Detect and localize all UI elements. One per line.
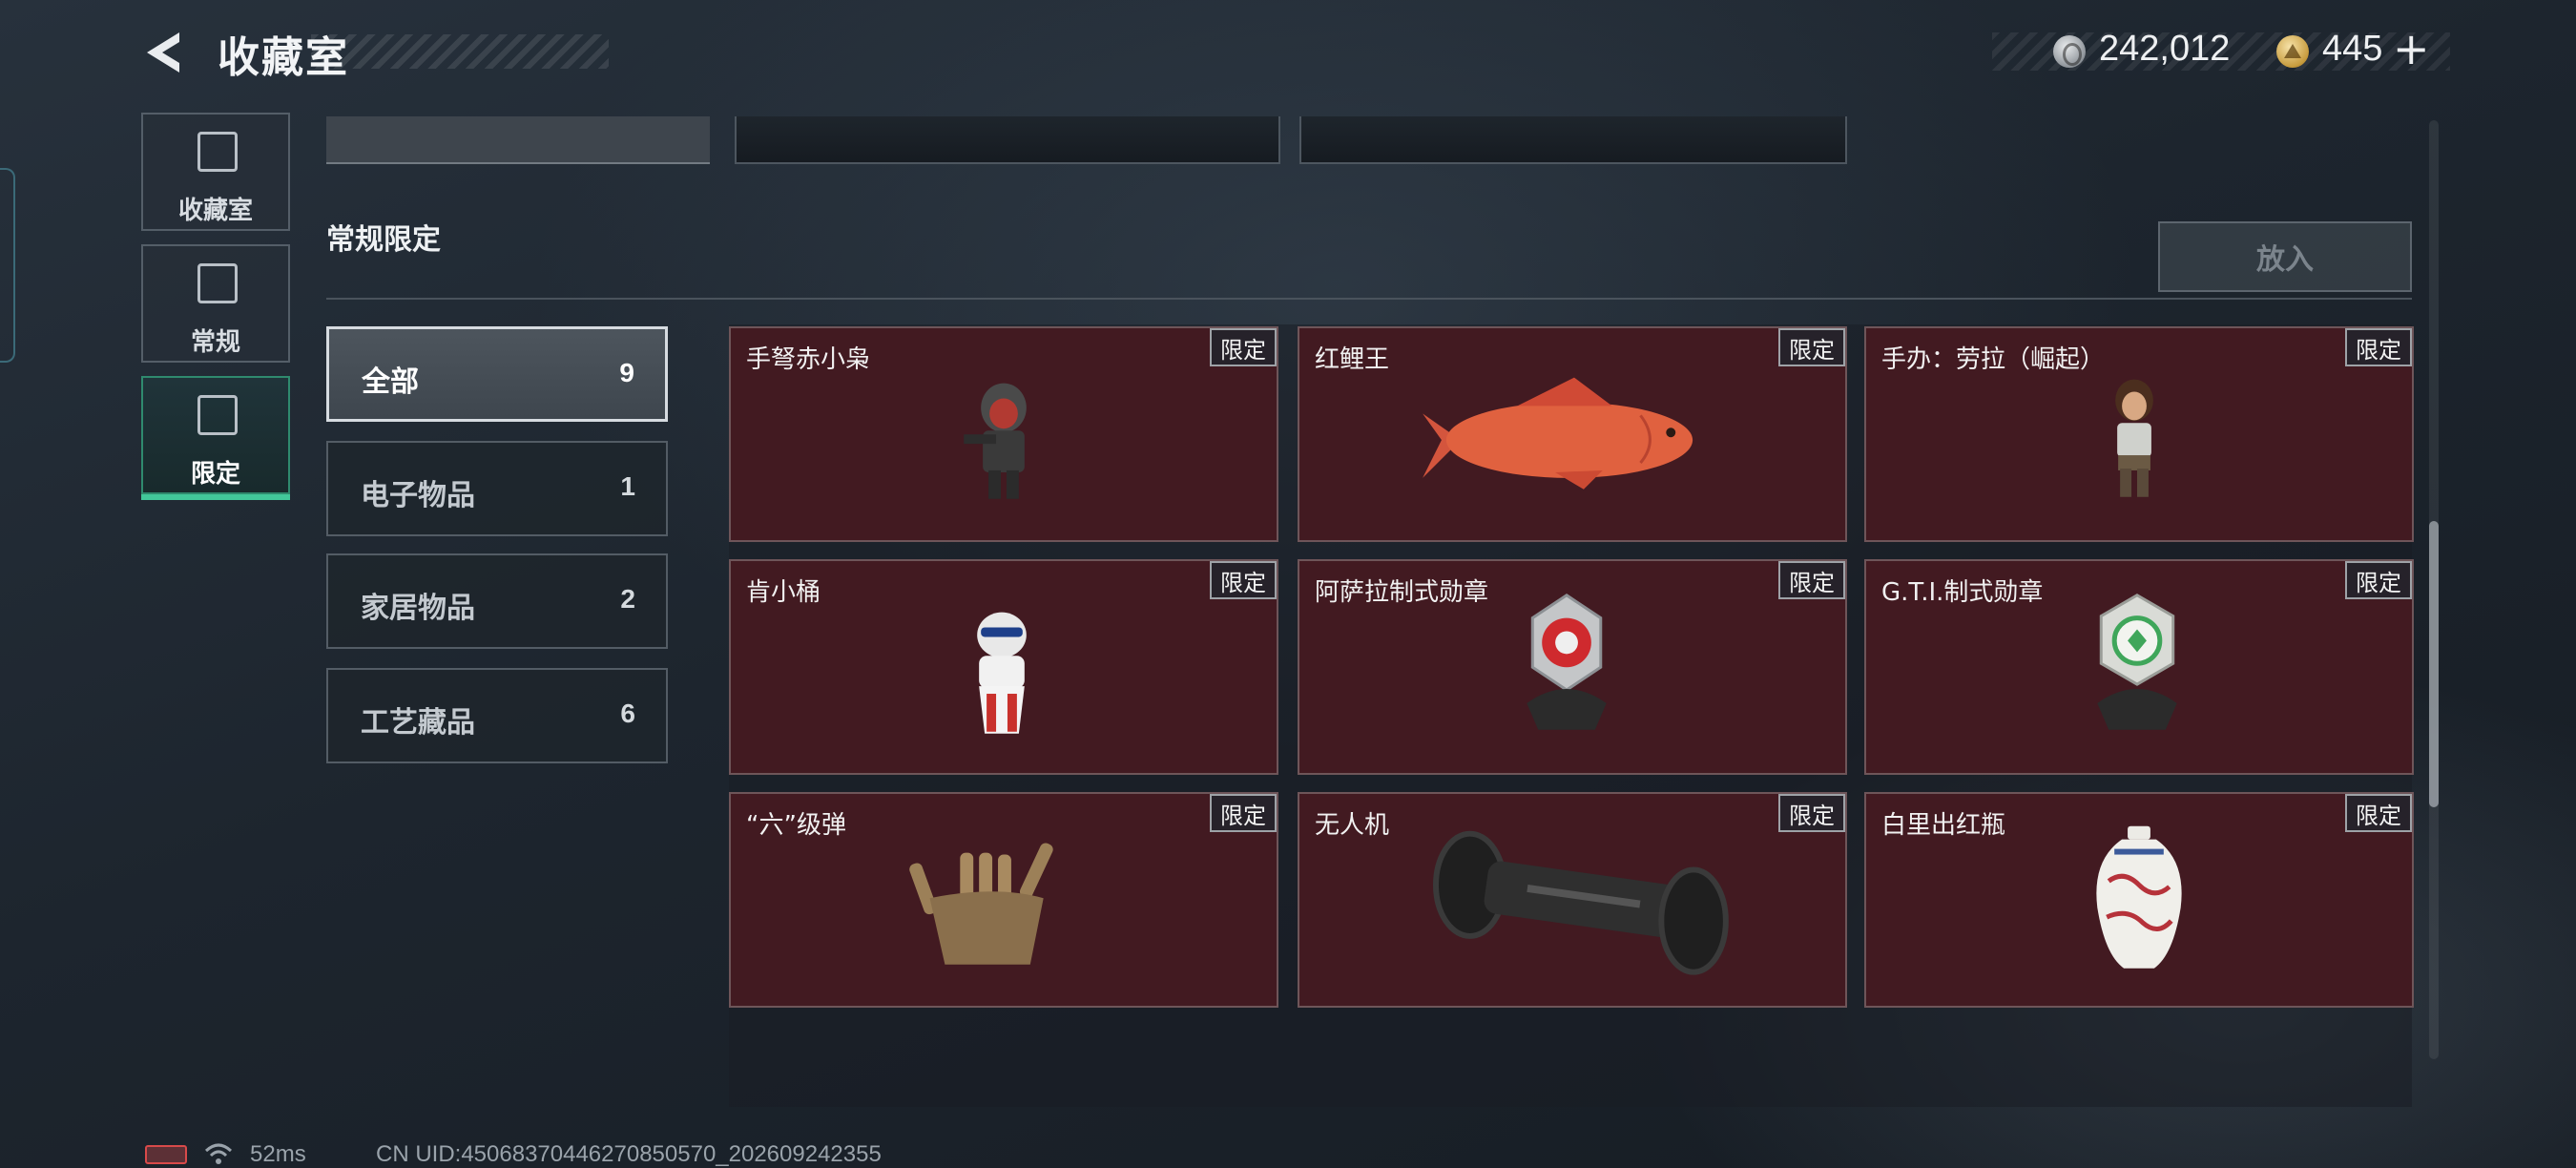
item-name: 红鲤王: [1315, 345, 1390, 374]
item-name: G.T.I.制式勋章: [1881, 578, 2044, 607]
item-name: “六”级弹: [746, 811, 846, 840]
category-label: 工艺藏品: [361, 706, 475, 740]
title-decoration: [311, 34, 609, 69]
scrollbar[interactable]: [2429, 120, 2439, 1059]
limited-badge: 限定: [1210, 561, 1277, 599]
category-count: 2: [620, 584, 635, 614]
category-label: 家居物品: [361, 592, 475, 625]
item-card[interactable]: 无人机 限定: [1298, 792, 1847, 1008]
category-label: 电子物品: [361, 479, 475, 512]
sidebar-item-collection[interactable]: 收藏室: [141, 113, 290, 231]
back-arrow-icon[interactable]: [141, 29, 189, 76]
gold-coin-icon: [2276, 35, 2309, 68]
sidebar-item-limited[interactable]: 限定: [141, 376, 290, 500]
add-currency-button[interactable]: +: [2393, 23, 2430, 74]
item-name: 肯小桶: [746, 578, 821, 607]
sidebar-item-label: 限定: [190, 460, 240, 489]
category-count: 9: [619, 358, 634, 387]
item-card[interactable]: 手弩赤小枭 限定: [729, 326, 1278, 542]
silver-coin-icon: [2053, 35, 2086, 68]
item-name: 阿萨拉制式勋章: [1315, 578, 1489, 607]
item-name: 无人机: [1315, 811, 1390, 840]
scrollbar-thumb[interactable]: [2429, 521, 2439, 807]
item-name: 手弩赤小枭: [746, 345, 871, 374]
item-name: 手办：劳拉（崛起）: [1881, 345, 2106, 374]
limited-badge: 限定: [1778, 328, 1845, 366]
limited-badge: 限定: [2345, 561, 2412, 599]
limited-badge: 限定: [1778, 561, 1845, 599]
sidebar-item-label: 收藏室: [177, 197, 253, 225]
item-card[interactable]: 红鲤王 限定: [1298, 326, 1847, 542]
limited-badge: 限定: [2345, 794, 2412, 832]
item-card[interactable]: 手办：劳拉（崛起） 限定: [1864, 326, 2414, 542]
item-card[interactable]: “六”级弹 限定: [729, 792, 1278, 1008]
page-title: 收藏室: [218, 33, 349, 82]
section-title: 常规限定: [326, 223, 441, 257]
item-name: 白里出红瓶: [1881, 811, 2006, 840]
display-slot[interactable]: [1299, 116, 1847, 164]
collection-icon: [197, 132, 238, 172]
limited-icon: [197, 395, 238, 435]
battery-charging-icon: [145, 1145, 187, 1164]
ping-readout: 52ms: [250, 1141, 306, 1167]
limited-badge: 限定: [1778, 794, 1845, 832]
regular-icon: [197, 263, 238, 303]
item-card[interactable]: 白里出红瓶 限定: [1864, 792, 2414, 1008]
user-uid: CN UID:45068370446270850570_202609242355: [376, 1141, 882, 1167]
item-card[interactable]: 肯小桶 限定: [729, 559, 1278, 775]
wifi-icon: [204, 1143, 233, 1164]
sidebar-item-regular[interactable]: 常规: [141, 244, 290, 363]
limited-badge: 限定: [2345, 328, 2412, 366]
display-slot[interactable]: [735, 116, 1280, 164]
place-button[interactable]: 放入: [2158, 221, 2412, 292]
active-indicator: [141, 494, 290, 500]
category-label: 全部: [362, 365, 419, 399]
sidebar-item-label: 常规: [190, 328, 240, 357]
display-slot[interactable]: [326, 116, 710, 164]
item-card[interactable]: G.T.I.制式勋章 限定: [1864, 559, 2414, 775]
category-crafts[interactable]: 工艺藏品 6: [326, 668, 668, 763]
limited-badge: 限定: [1210, 328, 1277, 366]
silver-currency-amount: 242,012: [2099, 29, 2231, 69]
category-household[interactable]: 家居物品 2: [326, 553, 668, 649]
edge-drawer-handle[interactable]: [0, 168, 15, 363]
gold-currency-amount: 445: [2322, 29, 2383, 69]
category-count: 1: [620, 471, 635, 501]
category-all[interactable]: 全部 9: [326, 326, 668, 422]
item-card[interactable]: 阿萨拉制式勋章 限定: [1298, 559, 1847, 775]
category-electronics[interactable]: 电子物品 1: [326, 441, 668, 536]
limited-badge: 限定: [1210, 794, 1277, 832]
divider: [326, 298, 2412, 300]
category-count: 6: [620, 699, 635, 728]
